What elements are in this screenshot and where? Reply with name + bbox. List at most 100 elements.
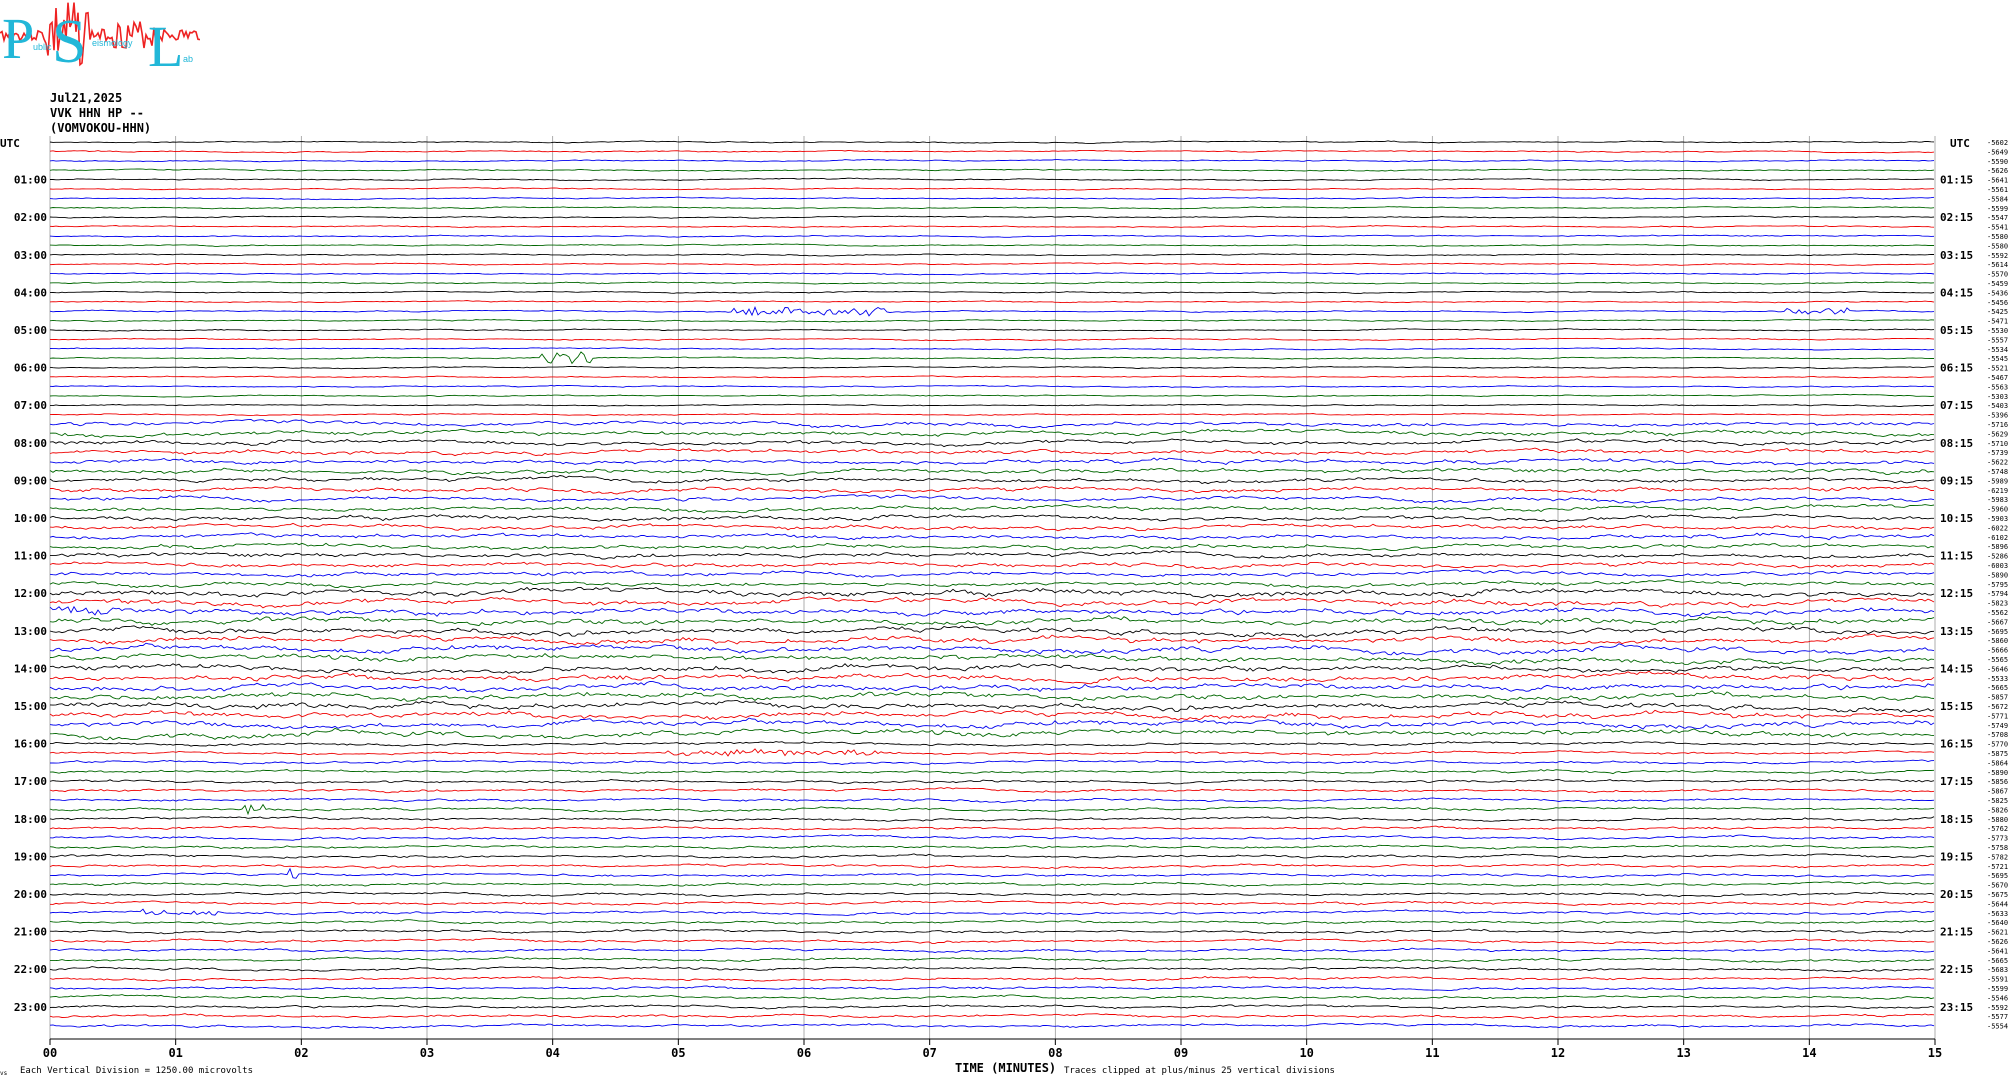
clip-note: Traces clipped at plus/minus 25 vertical… xyxy=(1064,1066,1335,1076)
row-offset-label: -5675 xyxy=(1987,891,2008,899)
trace-row-93 xyxy=(49,1013,1935,1020)
helicorder-plot: 00 01 02 03 04 05 06 07 08 09 10 11 12 13 14 15 01:00 02… xyxy=(0,136,2008,1077)
hour-label-left: 14:00 xyxy=(14,662,47,675)
trace-row-19 xyxy=(49,319,1935,323)
hour-label-left: 03:00 xyxy=(14,249,47,262)
trace-row-59 xyxy=(49,690,1935,702)
row-offset-label: -5758 xyxy=(1987,844,2008,852)
trace-row-39 xyxy=(49,503,1935,514)
x-tick-label-07: 07 xyxy=(922,1046,936,1060)
trace-row-73 xyxy=(49,825,1935,831)
row-offset-label: -5896 xyxy=(1987,543,2008,551)
trace-row-77 xyxy=(49,863,1935,870)
trace-group xyxy=(49,140,1935,1029)
hour-label-left: 19:00 xyxy=(14,850,47,863)
row-offset-label: -5748 xyxy=(1987,468,2008,476)
hour-label-right: 10:15 xyxy=(1940,512,1973,525)
trace-row-21 xyxy=(49,337,1935,342)
trace-row-22 xyxy=(49,347,1935,351)
hour-label-right: 06:15 xyxy=(1940,362,1973,375)
row-offset-label: -5459 xyxy=(1987,280,2008,288)
hour-label-left: 11:00 xyxy=(14,550,47,563)
trace-row-14 xyxy=(49,271,1935,276)
row-offset-label: -5695 xyxy=(1987,628,2008,636)
x-tick-group: 00 01 02 03 04 05 06 07 08 09 10 11 12 13 14 15 xyxy=(43,1039,1942,1060)
row-offset-label: -5640 xyxy=(1987,919,2008,927)
trace-row-26 xyxy=(49,384,1935,389)
trace-row-46 xyxy=(49,569,1935,578)
row-offset-label: -5557 xyxy=(1987,336,2008,344)
trace-row-5 xyxy=(49,187,1935,191)
row-offset-label: -6219 xyxy=(1987,487,2008,495)
row-offset-label: -5825 xyxy=(1987,797,2008,805)
x-tick-label-05: 05 xyxy=(671,1046,685,1060)
trace-row-17 xyxy=(49,300,1935,304)
trace-row-42 xyxy=(49,532,1935,541)
x-tick-label-15: 15 xyxy=(1928,1046,1942,1060)
row-offset-label: -5545 xyxy=(1987,355,2008,363)
trace-row-91 xyxy=(49,994,1935,1001)
hour-label-left: 07:00 xyxy=(14,399,47,412)
row-offset-label: -5561 xyxy=(1987,186,2008,194)
hour-label-left: 01:00 xyxy=(14,174,47,187)
trace-row-78 xyxy=(49,867,1935,879)
x-tick-label-12: 12 xyxy=(1551,1046,1565,1060)
trace-row-8 xyxy=(49,215,1935,219)
trace-row-69 xyxy=(49,787,1935,794)
row-offset-label: -5708 xyxy=(1987,731,2008,739)
hour-label-right: 17:15 xyxy=(1940,775,1973,788)
hour-label-left: 18:00 xyxy=(14,813,47,826)
trace-row-49 xyxy=(49,596,1935,609)
trace-row-41 xyxy=(49,522,1935,532)
trace-row-16 xyxy=(49,290,1935,294)
scale-note: Each Vertical Division = 1250.00 microvo… xyxy=(20,1066,253,1076)
row-offset-label: -5749 xyxy=(1987,722,2008,730)
x-tick-label-01: 01 xyxy=(168,1046,182,1060)
corner-mark: vs xyxy=(0,1070,8,1077)
trace-row-83 xyxy=(49,919,1935,925)
hour-label-right: 07:15 xyxy=(1940,399,1973,412)
trace-row-24 xyxy=(49,365,1934,370)
right-hour-labels: 01:15 02:15 03:15 04:15 05:15 06:15 07:15 08:15… xyxy=(1940,174,1973,1014)
hour-label-left: 17:00 xyxy=(14,775,47,788)
hour-label-left: 21:00 xyxy=(14,926,47,939)
row-offset-label: -5683 xyxy=(1987,966,2008,974)
utc-label-right: UTC xyxy=(1950,137,1970,150)
left-hour-labels: 01:00 02:00 03:00 04:00 05:00 06:00 07:00 08:00… xyxy=(14,174,47,1014)
hour-label-right: 01:15 xyxy=(1940,174,1973,187)
hour-label-right: 20:15 xyxy=(1940,888,1973,901)
hour-label-right: 09:15 xyxy=(1940,474,1973,487)
trace-row-94 xyxy=(49,1022,1935,1029)
row-offset-label: -5562 xyxy=(1987,609,2008,617)
row-offset-label: -5614 xyxy=(1987,261,2008,269)
row-offset-label: -5672 xyxy=(1987,703,2008,711)
row-offset-label: -5471 xyxy=(1987,318,2008,326)
row-offset-label: -5436 xyxy=(1987,289,2008,297)
trace-row-82 xyxy=(49,908,1935,916)
trace-row-63 xyxy=(49,727,1935,741)
row-offset-label: -5666 xyxy=(1987,647,2008,655)
row-offset-label: -5592 xyxy=(1987,252,2008,260)
hour-label-left: 09:00 xyxy=(14,474,47,487)
trace-row-66 xyxy=(49,759,1935,765)
trace-row-0 xyxy=(49,140,1935,144)
hour-label-right: 04:15 xyxy=(1940,286,1973,299)
trace-row-87 xyxy=(49,956,1935,963)
x-tick-label-10: 10 xyxy=(1299,1046,1313,1060)
trace-row-52 xyxy=(49,625,1935,638)
trace-row-48 xyxy=(49,586,1935,599)
row-offset-label: -5541 xyxy=(1987,224,2008,232)
row-offset-label: -5667 xyxy=(1987,618,2008,626)
hour-label-left: 22:00 xyxy=(14,963,47,976)
row-offset-label: -5467 xyxy=(1987,374,2008,382)
row-offset-label: -5599 xyxy=(1987,985,2008,993)
row-offset-label: -5521 xyxy=(1987,365,2008,373)
row-offset-label: -5644 xyxy=(1987,900,2008,908)
row-offset-label: -5695 xyxy=(1987,872,2008,880)
trace-row-51 xyxy=(49,615,1935,627)
row-offset-label: -5590 xyxy=(1987,158,2008,166)
row-offset-label: -5396 xyxy=(1987,412,2008,420)
trace-row-50 xyxy=(49,605,1935,618)
row-offset-label: -5856 xyxy=(1987,778,2008,786)
trace-row-58 xyxy=(49,681,1934,693)
